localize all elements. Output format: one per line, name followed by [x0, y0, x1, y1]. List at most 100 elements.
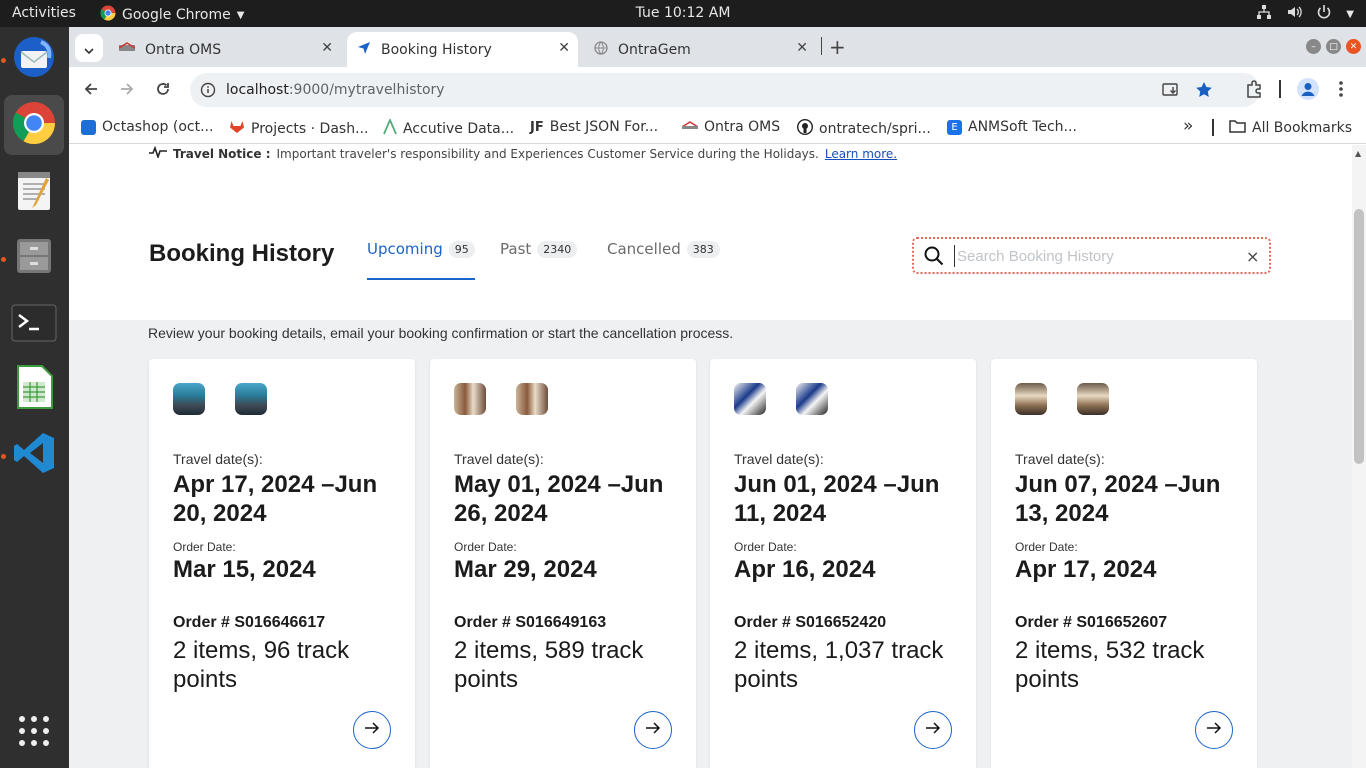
search-input[interactable]	[954, 245, 1234, 267]
items-summary: 2 items, 589 track points	[454, 637, 644, 693]
accutive-icon	[383, 117, 397, 139]
chrome-icon	[11, 100, 57, 150]
tab-cancelled[interactable]: Cancelled 383	[607, 240, 720, 258]
dock-chrome[interactable]	[4, 95, 64, 155]
bookmark-accutive[interactable]: Accutive Data...	[383, 117, 514, 139]
page-scrollbar[interactable]: ▲	[1352, 145, 1366, 768]
page-content: Travel Notice : Important traveler's res…	[69, 145, 1366, 768]
all-bookmarks-button[interactable]: All Bookmarks	[1229, 119, 1352, 137]
minimize-button[interactable]: –	[1306, 39, 1321, 54]
order-number: Order # S016646617	[173, 614, 326, 631]
close-window-button[interactable]: ✕	[1346, 39, 1361, 54]
system-tray[interactable]: ▼	[1256, 4, 1354, 24]
travel-dates: Jun 01, 2024 –Jun 11, 2024	[734, 471, 940, 527]
thunderbird-icon	[11, 34, 57, 84]
page-subtitle: Review your booking details, email your …	[148, 325, 734, 341]
install-app-icon[interactable]	[1162, 81, 1180, 103]
bookmarks-overflow-button[interactable]: »	[1183, 116, 1193, 136]
view-booking-button[interactable]	[634, 711, 672, 749]
tab-label: Past	[500, 240, 532, 258]
notice-text: Important traveler's responsibility and …	[276, 146, 819, 161]
view-booking-button[interactable]	[353, 711, 391, 749]
booking-card: Travel date(s): Jun 07, 2024 –Jun 13, 20…	[991, 359, 1257, 768]
order-date: Apr 17, 2024	[1015, 556, 1157, 583]
scrollbar-thumb[interactable]	[1354, 209, 1364, 464]
clock[interactable]: Tue 10:12 AM	[636, 5, 731, 21]
booking-card: Travel date(s): Jun 01, 2024 –Jun 11, 20…	[710, 359, 976, 768]
booking-history-header: Booking History Upcoming 95 Past 2340 Ca…	[69, 165, 1352, 320]
page-title: Booking History	[149, 240, 335, 267]
dock-terminal[interactable]	[4, 295, 64, 355]
trello-icon	[81, 119, 96, 135]
profile-avatar[interactable]	[1297, 78, 1319, 100]
bookmark-star-icon[interactable]	[1195, 81, 1213, 103]
travel-date-label: Travel date(s):	[173, 451, 263, 467]
forward-button[interactable]	[116, 78, 138, 100]
dock-text-editor[interactable]	[4, 162, 64, 222]
reload-button[interactable]	[152, 78, 174, 100]
dock-file-cabinet[interactable]	[4, 227, 64, 287]
travel-dates: Apr 17, 2024 –Jun 20, 2024	[173, 471, 378, 527]
close-icon[interactable]: ✕	[558, 40, 570, 56]
extensions-icon[interactable]	[1243, 78, 1265, 100]
bookmark-projects-dash[interactable]: Projects · Dash...	[229, 119, 368, 138]
menu-kebab-icon[interactable]	[1330, 78, 1352, 100]
activities-button[interactable]: Activities	[12, 5, 76, 21]
dock-spreadsheet[interactable]	[4, 359, 64, 419]
clear-search-button[interactable]: ×	[1246, 247, 1259, 266]
tab-title: OntraGem	[618, 41, 691, 58]
address-bar[interactable]: localhost:9000/mytravelhistory	[190, 73, 1260, 107]
bookmark-best-json[interactable]: JF Best JSON For...	[530, 119, 658, 135]
tab-past[interactable]: Past 2340	[500, 240, 578, 258]
product-thumbnail	[454, 383, 486, 415]
browser-toolbar: localhost:9000/mytravelhistory	[69, 67, 1366, 112]
new-tab-button[interactable]: +	[829, 35, 846, 59]
order-date-label: Order Date:	[454, 540, 517, 554]
toolbar-divider	[1279, 80, 1281, 98]
scroll-up-icon[interactable]: ▲	[1355, 149, 1361, 158]
notice-label: Travel Notice :	[173, 146, 271, 161]
view-booking-button[interactable]	[914, 711, 952, 749]
back-button[interactable]	[80, 78, 102, 100]
tab-search-button[interactable]	[75, 34, 103, 62]
bookmarks-divider	[1212, 119, 1214, 136]
file-cabinet-icon	[12, 233, 56, 281]
arrow-right-icon	[925, 721, 941, 739]
travel-dates: Jun 07, 2024 –Jun 13, 2024	[1015, 471, 1221, 527]
order-number: Order # S016649163	[454, 614, 607, 631]
close-icon[interactable]: ✕	[796, 40, 808, 56]
ontra-favicon-icon	[118, 41, 136, 58]
chevron-down-icon: ▼	[1346, 8, 1354, 20]
bookmark-ontra-oms[interactable]: Ontra OMS	[681, 119, 780, 135]
tab-divider	[821, 37, 822, 55]
arrow-right-icon	[645, 721, 661, 739]
view-booking-button[interactable]	[1195, 711, 1233, 749]
browser-window: Ontra OMS ✕ Booking History ✕ OntraGem ✕…	[69, 27, 1366, 768]
travel-notice-bar: Travel Notice : Important traveler's res…	[69, 145, 1352, 165]
maximize-button[interactable]: □	[1326, 39, 1341, 54]
tab-strip: Ontra OMS ✕ Booking History ✕ OntraGem ✕…	[69, 27, 1366, 67]
site-info-icon[interactable]	[200, 82, 216, 102]
order-number: Order # S016652607	[1015, 614, 1168, 631]
bookmark-anmsoft[interactable]: E ANMSoft Tech...	[947, 119, 1077, 135]
close-icon[interactable]: ✕	[321, 40, 333, 56]
items-summary: 2 items, 532 track points	[1015, 637, 1205, 693]
github-icon	[796, 118, 814, 139]
search-box: ×	[912, 237, 1271, 274]
tab-upcoming[interactable]: Upcoming 95	[367, 240, 475, 280]
gitlab-icon	[229, 119, 245, 138]
bookmark-ontratech[interactable]: ontratech/spri...	[796, 118, 931, 139]
learn-more-link[interactable]: Learn more.	[825, 147, 897, 161]
tab-booking-history[interactable]: Booking History ✕	[347, 32, 578, 67]
text-editor-icon	[12, 168, 56, 216]
order-date-label: Order Date:	[173, 540, 236, 554]
dock-thunderbird[interactable]	[4, 29, 64, 89]
globe-icon	[594, 40, 608, 59]
bookmark-octashop[interactable]: Octashop (oct...	[81, 119, 213, 135]
tab-ontragem[interactable]: OntraGem ✕	[584, 32, 816, 67]
dock-vscode[interactable]	[4, 425, 64, 485]
show-apps-button[interactable]	[4, 703, 64, 763]
tab-label: Cancelled	[607, 240, 681, 258]
app-menu[interactable]: Google Chrome ▼	[100, 5, 244, 25]
tab-ontra-oms[interactable]: Ontra OMS ✕	[109, 32, 341, 67]
